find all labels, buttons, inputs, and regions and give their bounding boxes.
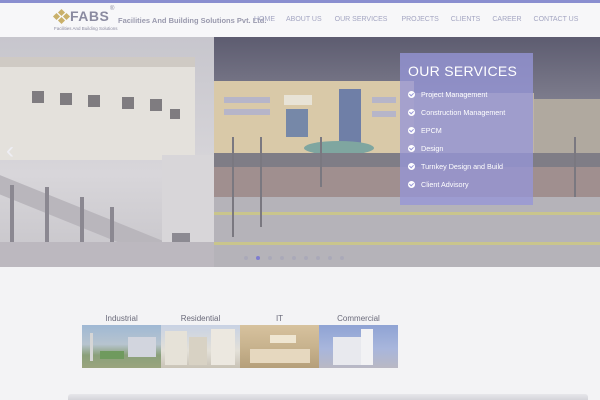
slider-dot[interactable] xyxy=(340,256,344,260)
our-services-panel: OUR SERVICES Project Management Construc… xyxy=(400,53,533,205)
check-circle-icon xyxy=(408,108,415,116)
category-label-industrial: Industrial xyxy=(105,314,138,323)
category-image-commercial[interactable] xyxy=(319,325,398,368)
category-label-it: IT xyxy=(275,314,284,323)
service-item[interactable]: Turnkey Design and Build xyxy=(408,157,525,175)
slider-dot[interactable] xyxy=(244,256,248,260)
category-image-industrial[interactable] xyxy=(82,325,161,368)
fabs-logo[interactable]: FABS ® Facilities And Building Solutions xyxy=(52,6,118,35)
service-item[interactable]: Project Management xyxy=(408,85,525,103)
service-label: EPCM xyxy=(421,125,442,135)
service-item[interactable]: Construction Management xyxy=(408,103,525,121)
company-name: Facilities And Building Solutions Pvt. L… xyxy=(118,16,267,25)
service-label: Turnkey Design and Build xyxy=(421,161,504,171)
nav-career[interactable]: CAREER xyxy=(492,16,521,23)
site-header: FABS ® Facilities And Building Solutions… xyxy=(0,3,600,37)
nav-contact-us[interactable]: CONTACT US xyxy=(534,16,579,23)
services-title: OUR SERVICES xyxy=(408,63,518,79)
service-label: Design xyxy=(421,143,444,153)
factory-photo xyxy=(0,37,214,267)
check-circle-icon xyxy=(408,162,415,170)
hero-slider[interactable]: ‹ OUR SERVICES Project Management Constr… xyxy=(0,37,600,267)
service-item[interactable]: Design xyxy=(408,139,525,157)
nav-projects[interactable]: PROJECTS xyxy=(401,16,438,23)
check-circle-icon xyxy=(408,90,415,98)
footer-edge xyxy=(68,394,588,400)
category-label-commercial: Commercial xyxy=(337,314,380,323)
service-label: Construction Management xyxy=(421,107,506,117)
check-circle-icon xyxy=(408,180,415,188)
slider-dot[interactable] xyxy=(256,256,260,260)
slider-dot[interactable] xyxy=(292,256,296,260)
category-label-residential: Residential xyxy=(180,314,221,323)
service-label: Project Management xyxy=(421,89,488,99)
service-item[interactable]: EPCM xyxy=(408,121,525,139)
logo-subtitle: Facilities And Building Solutions xyxy=(54,26,118,31)
check-circle-icon xyxy=(408,126,415,134)
category-image-it[interactable] xyxy=(240,325,319,368)
project-categories: Industrial Residential IT Commercial xyxy=(82,314,398,368)
slider-pagination xyxy=(244,256,352,260)
slider-dot[interactable] xyxy=(316,256,320,260)
logo-text: FABS xyxy=(70,8,110,24)
logo-mark-icon xyxy=(52,8,71,25)
check-circle-icon xyxy=(408,144,415,152)
service-label: Client Advisory xyxy=(421,179,469,189)
nav-home[interactable]: HOME xyxy=(254,16,275,23)
main-nav: HOME ABOUT US OUR SERVICES PROJECTS CLIE… xyxy=(254,16,578,23)
slider-dot[interactable] xyxy=(268,256,272,260)
nav-about-us[interactable]: ABOUT US xyxy=(286,16,322,23)
nav-clients[interactable]: CLIENTS xyxy=(451,16,481,23)
nav-our-services[interactable]: OUR SERVICES xyxy=(335,16,388,23)
slider-dot[interactable] xyxy=(280,256,284,260)
slider-dot[interactable] xyxy=(304,256,308,260)
slider-prev-arrow-icon[interactable]: ‹ xyxy=(6,137,14,165)
logo-registered-mark: ® xyxy=(110,6,115,12)
slider-dot[interactable] xyxy=(328,256,332,260)
category-image-residential[interactable] xyxy=(161,325,240,368)
service-item[interactable]: Client Advisory xyxy=(408,175,525,193)
